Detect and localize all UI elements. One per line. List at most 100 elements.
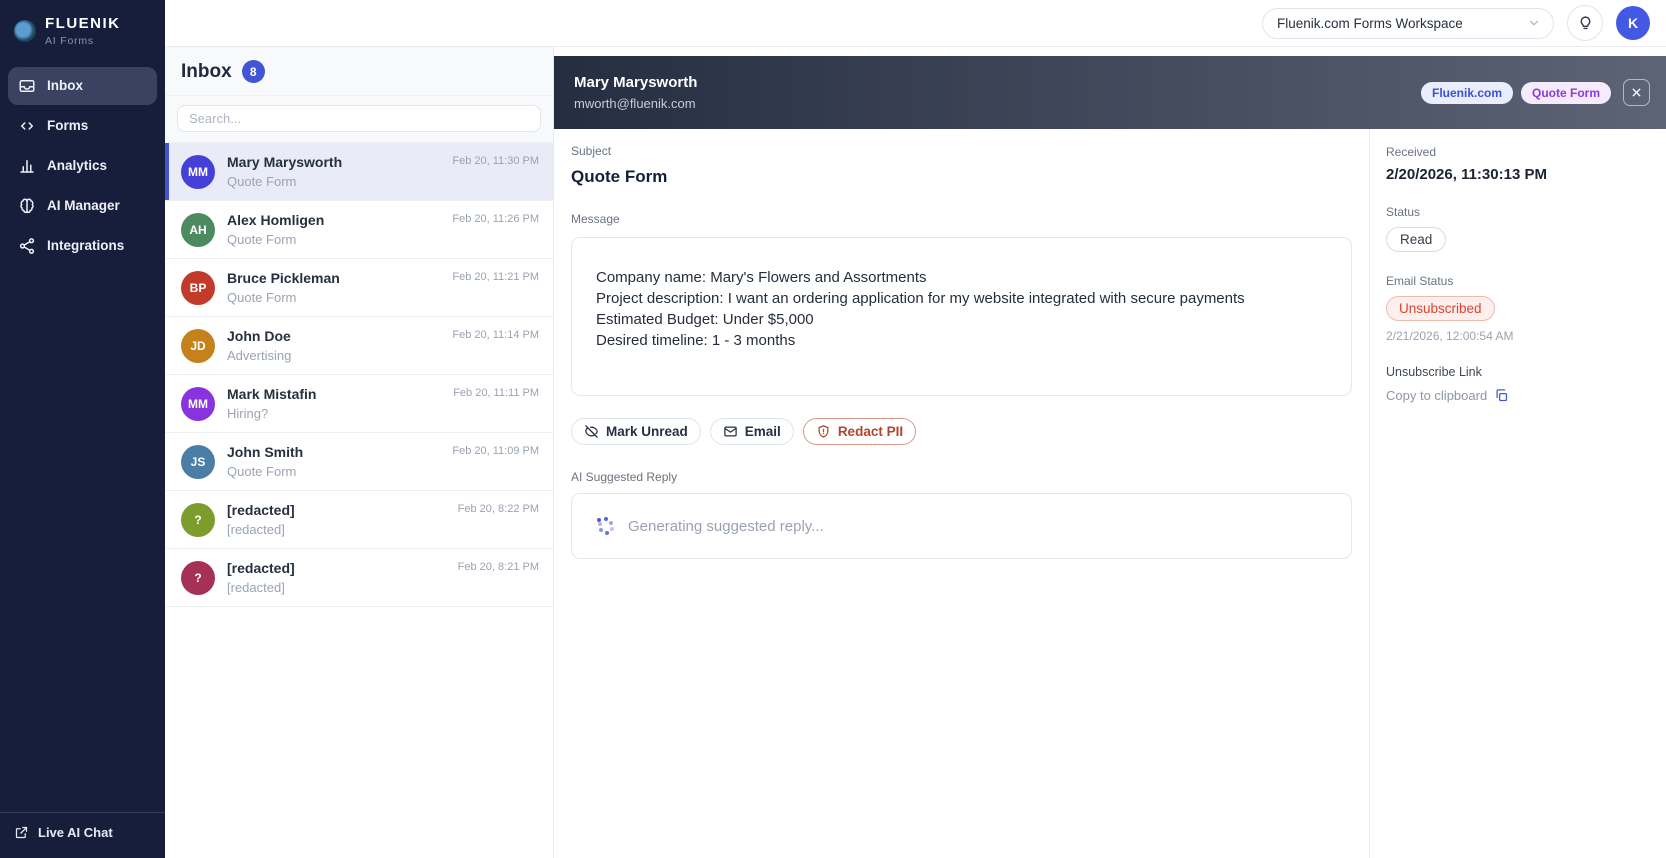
subject-value: Quote Form [571,167,1352,187]
message-label: Message [571,212,1352,226]
timestamp: Feb 20, 11:26 PM [452,201,539,225]
sidebar: FLUENIK AI Forms Inbox Forms Analytics A… [0,0,165,858]
timestamp: Feb 20, 8:22 PM [458,491,539,515]
form-name: Quote Form [227,290,340,305]
avatar: JS [181,445,215,479]
sidebar-item-analytics[interactable]: Analytics [8,147,157,185]
eye-off-icon [584,424,599,439]
redact-pii-button[interactable]: Redact PII [803,418,916,445]
email-button[interactable]: Email [710,418,794,445]
detail-header: Mary Marysworth mworth@fluenik.com Fluen… [554,56,1666,129]
list-item[interactable]: ? [redacted] [redacted] Feb 20, 8:21 PM [165,549,553,607]
form-name: Advertising [227,348,291,363]
list-item[interactable]: MM Mary Marysworth Quote Form Feb 20, 11… [165,143,553,201]
form-name: Quote Form [227,232,324,247]
copy-to-clipboard-label: Copy to clipboard [1386,388,1487,403]
list-item[interactable]: JS John Smith Quote Form Feb 20, 11:09 P… [165,433,553,491]
integrations-icon [18,237,36,255]
search-bar [165,96,553,143]
sender-name: John Smith [227,444,303,460]
ai-reply-box: Generating suggested reply... [571,493,1352,559]
timestamp: Feb 20, 8:21 PM [458,549,539,573]
lightbulb-icon [1577,15,1594,32]
timestamp: Feb 20, 11:21 PM [452,259,539,283]
avatar: ? [181,503,215,537]
contact-name: Mary Marysworth [574,74,697,91]
unsubscribe-link-label: Unsubscribe Link [1386,365,1650,379]
subject-label: Subject [571,144,1352,158]
form-badge[interactable]: Quote Form [1521,82,1611,104]
sender-name: [redacted] [227,502,295,518]
avatar: MM [181,387,215,421]
sidebar-footer: Live AI Chat [0,812,165,858]
page-title: Inbox [181,61,232,83]
message-line: Company name: Mary's Flowers and Assortm… [596,267,1327,288]
bar-chart-icon [18,157,36,175]
live-ai-chat-label: Live AI Chat [38,825,113,840]
logo-icon [14,20,36,42]
avatar: MM [181,155,215,189]
timestamp: Feb 20, 11:30 PM [452,143,539,167]
theme-toggle-button[interactable] [1567,5,1603,41]
timestamp: Feb 20, 11:09 PM [452,433,539,457]
list-item[interactable]: BP Bruce Pickleman Quote Form Feb 20, 11… [165,259,553,317]
external-link-icon [14,825,29,840]
meta-panel: Received 2/20/2026, 11:30:13 PM Status R… [1369,129,1666,858]
sidebar-item-label: Integrations [47,238,124,253]
brand-subtitle: AI Forms [45,35,121,47]
status-label: Status [1386,205,1650,219]
sidebar-item-inbox[interactable]: Inbox [8,67,157,105]
form-name: [redacted] [227,522,295,537]
sidebar-item-forms[interactable]: Forms [8,107,157,145]
list-item[interactable]: MM Mark Mistafin Hiring? Feb 20, 11:11 P… [165,375,553,433]
contact-email: mworth@fluenik.com [574,96,697,111]
email-label: Email [745,424,781,439]
form-name: Quote Form [227,464,303,479]
sender-name: [redacted] [227,560,295,576]
copy-to-clipboard-button[interactable]: Copy to clipboard [1386,388,1650,403]
live-ai-chat-link[interactable]: Live AI Chat [14,825,151,840]
unread-count-badge: 8 [242,60,265,83]
sender-name: Mark Mistafin [227,386,316,402]
timestamp: Feb 20, 11:14 PM [452,317,539,341]
sidebar-item-label: Inbox [47,78,83,93]
shield-icon [816,424,831,439]
user-avatar[interactable]: K [1616,6,1650,40]
list-item[interactable]: AH Alex Homligen Quote Form Feb 20, 11:2… [165,201,553,259]
sender-name: Alex Homligen [227,212,324,228]
brain-icon [18,197,36,215]
mark-unread-label: Mark Unread [606,424,688,439]
code-icon [18,117,36,135]
chevron-down-icon [1527,16,1541,30]
sender-name: Mary Marysworth [227,154,342,170]
domain-badge[interactable]: Fluenik.com [1421,82,1513,104]
list-item[interactable]: ? [redacted] [redacted] Feb 20, 8:22 PM [165,491,553,549]
sidebar-item-ai-manager[interactable]: AI Manager [8,187,157,225]
app-logo: FLUENIK AI Forms [0,0,165,67]
list-item[interactable]: JD John Doe Advertising Feb 20, 11:14 PM [165,317,553,375]
mail-icon [723,424,738,439]
workspace-selector[interactable]: Fluenik.com Forms Workspace [1262,8,1554,39]
sidebar-item-integrations[interactable]: Integrations [8,227,157,265]
detail-body: Subject Quote Form Message Company name:… [554,129,1369,858]
detail-pane: Mary Marysworth mworth@fluenik.com Fluen… [554,47,1666,858]
sidebar-item-label: Forms [47,118,88,133]
form-name: Quote Form [227,174,342,189]
status-badge: Read [1386,227,1446,252]
received-label: Received [1386,145,1650,159]
ai-reply-status: Generating suggested reply... [628,518,824,535]
redact-pii-label: Redact PII [838,424,903,439]
close-button[interactable] [1623,79,1650,106]
sidebar-item-label: AI Manager [47,198,120,213]
workspace-label: Fluenik.com Forms Workspace [1277,16,1463,31]
sidebar-item-label: Analytics [47,158,107,173]
email-status-time: 2/21/2026, 12:00:54 AM [1386,329,1650,343]
message-line: Estimated Budget: Under $5,000 [596,309,1327,330]
loading-spinner-icon [597,518,614,535]
topbar: Fluenik.com Forms Workspace K [165,0,1666,47]
email-status-label: Email Status [1386,274,1650,288]
message-line: Project description: I want an ordering … [596,288,1327,309]
search-input[interactable] [177,105,541,132]
ai-reply-label: AI Suggested Reply [571,470,1352,484]
mark-unread-button[interactable]: Mark Unread [571,418,701,445]
